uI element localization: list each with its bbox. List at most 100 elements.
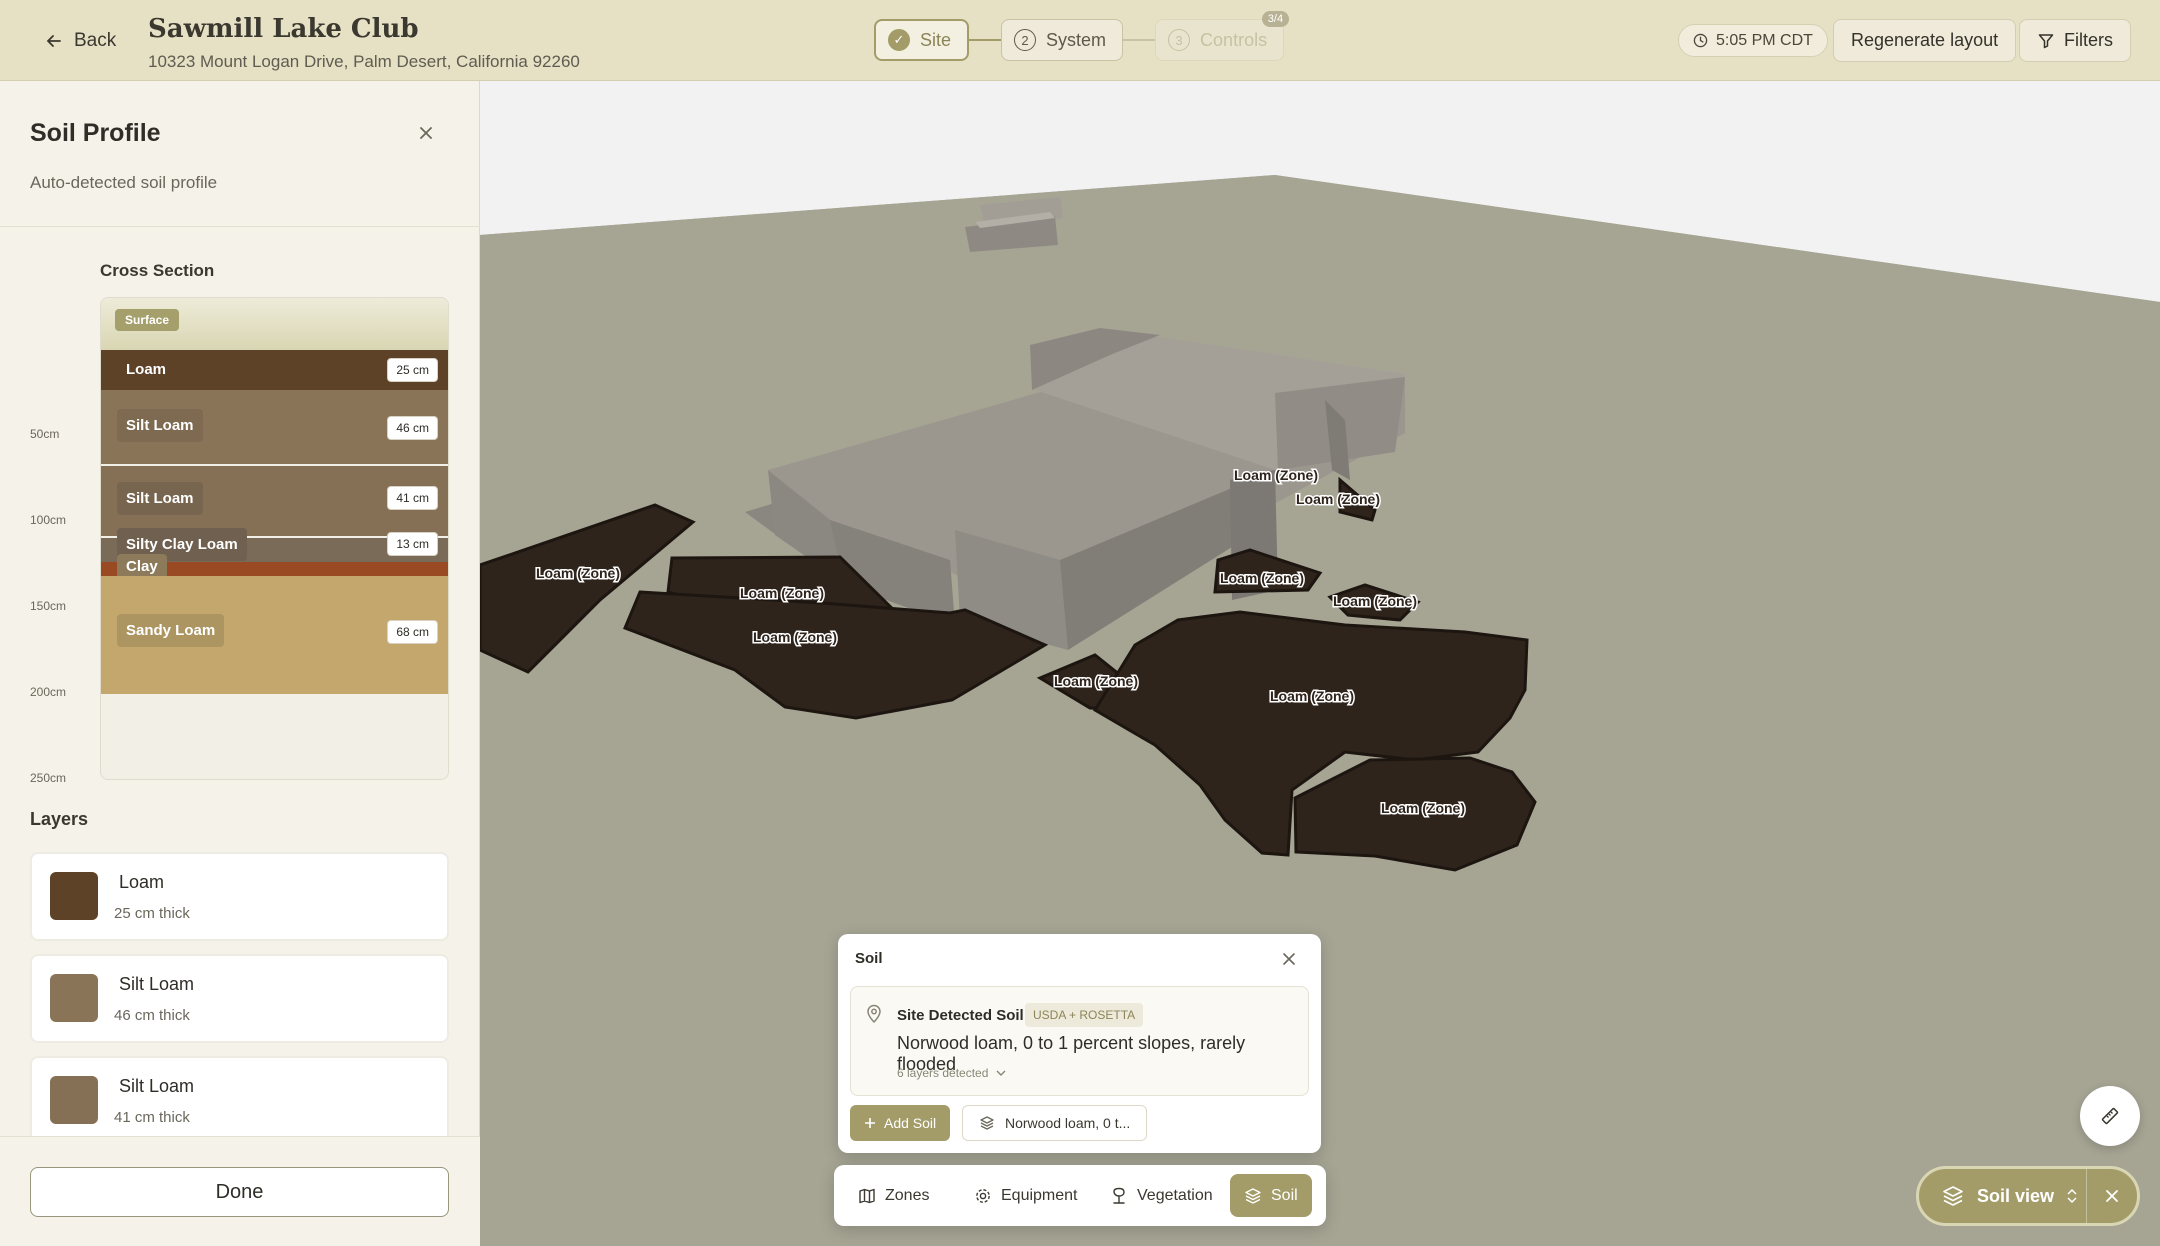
layer-name: Loam <box>126 361 167 378</box>
regenerate-layout-button[interactable]: Regenerate layout <box>1833 19 2017 62</box>
layers-icon <box>1943 1186 1963 1206</box>
source-badge: USDA + ROSETTA <box>1025 1003 1144 1027</box>
cross-section-layer[interactable]: Loam 25 cm <box>101 350 448 390</box>
tool-label: Vegetation <box>1137 1186 1213 1204</box>
add-soil-label: Add Soil <box>884 1115 937 1131</box>
step-label: System <box>1046 29 1107 50</box>
soil-profile-panel: Soil Profile Auto-detected soil profile … <box>0 81 480 1246</box>
cross-section-layer[interactable]: Silt Loam 46 cm <box>101 390 448 464</box>
stepper: ✓ Site 2 System 3 Controls 3/4 <box>874 11 1290 61</box>
layers-icon <box>980 1116 994 1130</box>
time-chip[interactable]: 5:05 PM CDT <box>1678 24 1828 57</box>
back-label: Back <box>74 30 117 51</box>
step-connector <box>1123 39 1156 41</box>
layer-thickness: 46 cm <box>387 416 438 440</box>
soil-view-close-button[interactable] <box>2087 1188 2137 1204</box>
chevron-up-down-icon <box>2067 1188 2077 1204</box>
layer-swatch <box>50 872 98 920</box>
map-icon <box>859 1188 875 1203</box>
layer-card-thickness: 41 cm thick <box>114 1109 190 1126</box>
map-pin-icon <box>867 1004 881 1023</box>
site-address: 10323 Mount Logan Drive, Palm Desert, Ca… <box>148 52 580 71</box>
depth-label: 100cm <box>30 513 67 527</box>
depth-label: 50cm <box>30 427 60 441</box>
close-icon[interactable] <box>414 121 438 145</box>
regenerate-label: Regenerate layout <box>1851 30 1999 50</box>
zone-label: Loam (Zone) <box>1270 688 1354 704</box>
clock-icon <box>1693 33 1708 48</box>
add-soil-button[interactable]: Add Soil <box>850 1105 951 1141</box>
tool-zones[interactable]: Zones <box>844 1174 943 1217</box>
tool-label: Soil <box>1271 1186 1298 1204</box>
layer-swatch <box>50 974 98 1022</box>
soil-view-label: Soil view <box>1977 1185 2055 1206</box>
gear-icon <box>976 1188 990 1203</box>
layer-card-thickness: 25 cm thick <box>114 905 190 922</box>
layer-card[interactable]: Silt Loam 41 cm thick <box>30 1056 449 1136</box>
zone-label: Loam (Zone) <box>536 565 620 581</box>
step-system[interactable]: 2 System <box>1001 19 1124 61</box>
panel-header: Soil Profile Auto-detected soil profile <box>0 81 480 227</box>
panel-title: Soil Profile <box>30 119 161 147</box>
layer-name: Silt Loam <box>117 409 203 442</box>
cross-section-layer[interactable]: Clay <box>101 554 448 579</box>
tool-label: Zones <box>885 1186 930 1204</box>
tool-label: Equipment <box>1001 1186 1078 1204</box>
zone-label: Loam (Zone) <box>1381 800 1465 816</box>
step-connector <box>969 39 1002 41</box>
layer-card-name: Silt Loam <box>119 974 195 994</box>
cross-section-title: Cross Section <box>100 261 215 280</box>
zone-label: Loam (Zone) <box>1333 593 1417 609</box>
layer-card-name: Silt Loam <box>119 1076 195 1096</box>
zone-label: Loam (Zone) <box>1234 467 1318 483</box>
layer-swatch <box>50 1076 98 1124</box>
site-title: Sawmill Lake Club <box>148 14 419 44</box>
time-label: 5:05 PM CDT <box>1716 31 1813 49</box>
step-label: Controls <box>1200 29 1268 50</box>
ruler-icon <box>2101 1107 2119 1125</box>
tool-equipment[interactable]: Equipment <box>960 1174 1092 1217</box>
step-label: Site <box>920 29 952 50</box>
layer-name: Silt Loam <box>117 482 203 515</box>
check-icon: ✓ <box>888 29 910 51</box>
step-number: 2 <box>1014 29 1037 51</box>
back-button[interactable]: Back <box>44 26 116 56</box>
cross-section-diagram: Surface Loam 25 cm Silt Loam 46 cm Silt … <box>100 297 449 780</box>
layers-detected-toggle[interactable]: 6 layers detected <box>897 1066 1006 1080</box>
measure-button[interactable] <box>2080 1086 2140 1146</box>
zone-label: Loam (Zone) <box>1220 570 1304 586</box>
layer-thickness: 25 cm <box>387 358 438 382</box>
site-detected-soil[interactable]: Site Detected Soil USDA + ROSETTA Norwoo… <box>850 986 1309 1096</box>
step-number: 3 <box>1168 29 1191 51</box>
step-controls[interactable]: 3 Controls 3/4 <box>1155 11 1290 61</box>
soil-selection-chip[interactable]: Norwood loam, 0 t... <box>962 1105 1148 1141</box>
close-icon[interactable] <box>1280 950 1298 968</box>
layer-card[interactable]: Silt Loam 46 cm thick <box>30 954 449 1043</box>
detected-title: Site Detected Soil <box>897 1007 1024 1024</box>
layer-card[interactable]: Loam 25 cm thick <box>30 852 449 941</box>
soil-popup-title: Soil <box>855 950 883 967</box>
step-site[interactable]: ✓ Site <box>874 19 970 61</box>
arrow-left-icon <box>46 35 61 47</box>
panel-footer: Done <box>0 1136 480 1246</box>
surface-band: Surface <box>101 298 448 350</box>
zone-label: Loam (Zone) <box>1054 673 1138 689</box>
cross-section-layer[interactable]: Sandy Loam 68 cm <box>101 576 448 694</box>
layer-card-thickness: 46 cm thick <box>114 1007 190 1024</box>
layers-icon <box>1245 1187 1261 1204</box>
top-bar: Back Sawmill Lake Club 10323 Mount Logan… <box>0 0 2160 81</box>
plus-icon <box>865 1118 875 1128</box>
soil-view-control: Soil view <box>1916 1166 2140 1226</box>
filters-button[interactable]: Filters <box>2019 19 2131 62</box>
tool-soil[interactable]: Soil <box>1230 1174 1312 1217</box>
cross-section-layer[interactable]: Silt Loam 41 cm <box>101 466 448 536</box>
surface-label: Surface <box>115 309 180 331</box>
depth-label: 150cm <box>30 599 67 613</box>
done-button[interactable]: Done <box>30 1167 449 1217</box>
layer-thickness: 68 cm <box>387 620 438 644</box>
depth-label: 200cm <box>30 685 67 699</box>
tool-vegetation[interactable]: Vegetation <box>1096 1174 1227 1217</box>
chevron-down-icon <box>996 1070 1006 1076</box>
zone-label: Loam (Zone) <box>740 585 824 601</box>
soil-view-toggle[interactable]: Soil view <box>1919 1169 2087 1223</box>
